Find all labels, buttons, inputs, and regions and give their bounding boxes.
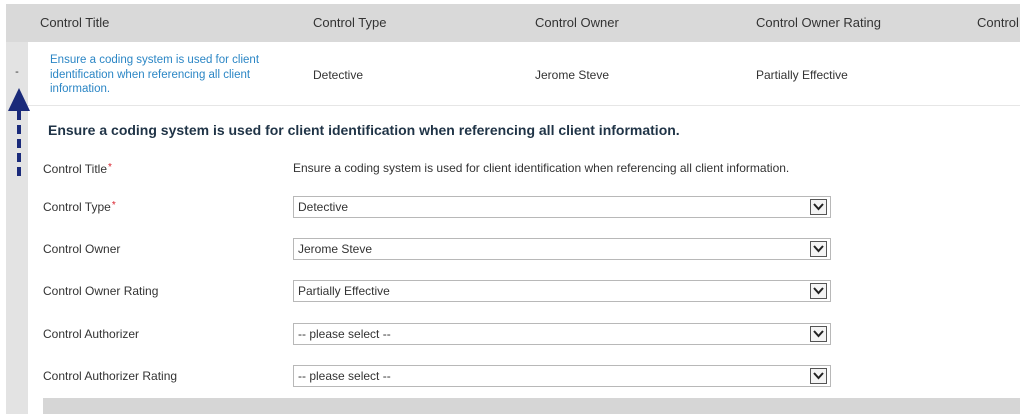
control-type-cell: Detective xyxy=(313,68,364,82)
panel-footer-bar xyxy=(43,398,1020,414)
chevron-down-icon[interactable] xyxy=(810,199,827,215)
control-title-label: Control Title* xyxy=(43,162,112,176)
column-header-control-truncated[interactable]: Control xyxy=(977,4,1019,42)
control-authorizer-select[interactable]: -- please select -- xyxy=(293,323,831,345)
control-type-label: Control Type* xyxy=(43,200,116,214)
required-marker: * xyxy=(108,162,112,173)
chevron-down-icon[interactable] xyxy=(810,368,827,384)
required-marker: * xyxy=(111,200,116,211)
control-owner-rating-cell: Partially Effective xyxy=(756,68,848,82)
control-authorizer-rating-selected-value: -- please select -- xyxy=(298,369,391,383)
control-owner-rating-label: Control Owner Rating xyxy=(43,284,159,298)
control-type-select[interactable]: Detective xyxy=(293,196,831,218)
control-title-value: Ensure a coding system is used for clien… xyxy=(293,161,790,175)
control-owner-cell: Jerome Steve xyxy=(535,68,610,82)
control-owner-select[interactable]: Jerome Steve xyxy=(293,238,831,260)
control-authorizer-label: Control Authorizer xyxy=(43,327,140,341)
control-type-selected-value: Detective xyxy=(298,200,349,214)
chevron-down-icon[interactable] xyxy=(810,283,827,299)
control-authorizer-rating-select[interactable]: -- please select -- xyxy=(293,365,831,387)
chevron-down-icon[interactable] xyxy=(810,326,827,342)
column-header-control-title[interactable]: Control Title xyxy=(40,4,109,42)
column-header-control-owner-rating[interactable]: Control Owner Rating xyxy=(756,4,881,42)
table-row[interactable]: Ensure a coding system is used for clien… xyxy=(28,42,1020,106)
control-owner-rating-select[interactable]: Partially Effective xyxy=(293,280,831,302)
control-owner-selected-value: Jerome Steve xyxy=(298,242,373,256)
chevron-down-icon[interactable] xyxy=(810,241,827,257)
control-title-link[interactable]: Ensure a coding system is used for clien… xyxy=(50,53,290,97)
control-authorizer-rating-label: Control Authorizer Rating xyxy=(43,369,178,383)
column-header-control-owner[interactable]: Control Owner xyxy=(535,4,619,42)
control-owner-label: Control Owner xyxy=(43,242,121,256)
column-header-control-type[interactable]: Control Type xyxy=(313,4,386,42)
control-authorizer-selected-value: -- please select -- xyxy=(298,327,391,341)
collapse-row-button[interactable]: - xyxy=(6,62,28,82)
table-header: Control Title Control Type Control Owner… xyxy=(6,4,1020,42)
detail-heading: Ensure a coding system is used for clien… xyxy=(48,122,680,138)
control-owner-rating-selected-value: Partially Effective xyxy=(298,284,390,298)
